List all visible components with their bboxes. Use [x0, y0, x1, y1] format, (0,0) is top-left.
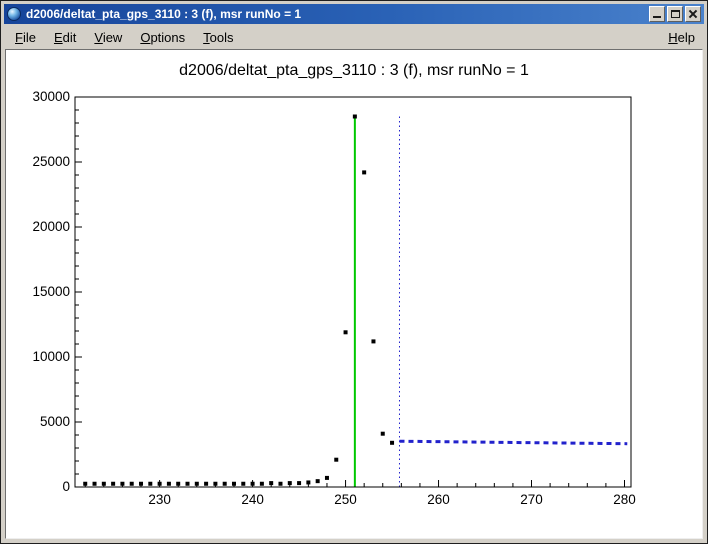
- x-tick-label: 280: [613, 492, 636, 507]
- data-point: [316, 479, 320, 483]
- data-point: [83, 482, 87, 486]
- data-point: [148, 482, 152, 486]
- data-point: [232, 482, 236, 486]
- data-point: [306, 480, 310, 484]
- y-tick-label: 30000: [32, 89, 70, 104]
- fit-curve: [399, 441, 627, 443]
- data-point: [176, 482, 180, 486]
- close-button[interactable]: [685, 6, 701, 22]
- data-point: [269, 481, 273, 485]
- menu-tools[interactable]: Tools: [194, 28, 242, 47]
- menu-view[interactable]: View: [85, 28, 131, 47]
- data-point: [93, 482, 97, 486]
- data-point: [362, 170, 366, 174]
- data-point: [297, 481, 301, 485]
- x-tick-label: 240: [241, 492, 264, 507]
- data-point: [223, 482, 227, 486]
- y-tick-label: 15000: [32, 284, 70, 299]
- data-point: [344, 330, 348, 334]
- data-point: [251, 482, 255, 486]
- data-point: [260, 482, 264, 486]
- window-controls: [649, 6, 701, 22]
- maximize-icon: [671, 10, 680, 18]
- data-point: [167, 482, 171, 486]
- y-tick-label: 20000: [32, 219, 70, 234]
- menubar: File Edit View Options Tools Help: [5, 26, 703, 48]
- minimize-button[interactable]: [649, 6, 665, 22]
- data-point: [120, 482, 124, 486]
- titlebar[interactable]: d2006/deltat_pta_gps_3110 : 3 (f), msr r…: [4, 4, 704, 24]
- data-point: [186, 482, 190, 486]
- menu-options[interactable]: Options: [131, 28, 194, 47]
- data-point: [288, 481, 292, 485]
- y-tick-label: 10000: [32, 349, 70, 364]
- menu-help[interactable]: Help: [661, 28, 702, 47]
- close-icon: [686, 7, 700, 21]
- data-point: [111, 482, 115, 486]
- maximize-button[interactable]: [667, 6, 683, 22]
- x-tick-label: 260: [427, 492, 450, 507]
- data-point: [204, 482, 208, 486]
- x-tick-label: 270: [520, 492, 543, 507]
- data-point: [278, 482, 282, 486]
- plot-frame: [75, 97, 631, 487]
- menu-edit[interactable]: Edit: [45, 28, 85, 47]
- data-points: [83, 115, 394, 486]
- histogram-chart: 230 240 250 260 270 280 0 5000 10000 15000 20000 25…: [6, 50, 702, 538]
- menu-file[interactable]: File: [6, 28, 45, 47]
- data-point: [325, 476, 329, 480]
- data-point: [334, 458, 338, 462]
- app-icon[interactable]: [7, 7, 21, 21]
- data-point: [390, 441, 394, 445]
- window-title: d2006/deltat_pta_gps_3110 : 3 (f), msr r…: [26, 7, 644, 21]
- data-point: [241, 482, 245, 486]
- data-point: [213, 482, 217, 486]
- data-point: [139, 482, 143, 486]
- y-tick-label: 25000: [32, 154, 70, 169]
- data-point: [195, 482, 199, 486]
- data-point: [102, 482, 106, 486]
- data-point: [353, 115, 357, 119]
- plot-canvas[interactable]: d2006/deltat_pta_gps_3110 : 3 (f), msr r…: [5, 49, 703, 539]
- y-tick-label: 5000: [40, 414, 70, 429]
- x-tick-label: 250: [334, 492, 357, 507]
- data-point: [381, 432, 385, 436]
- data-point: [130, 482, 134, 486]
- data-point: [371, 339, 375, 343]
- x-tick-label: 230: [148, 492, 171, 507]
- y-tick-label: 0: [62, 479, 70, 494]
- app-window: d2006/deltat_pta_gps_3110 : 3 (f), msr r…: [0, 0, 708, 544]
- data-point: [158, 482, 162, 486]
- minimize-icon: [653, 16, 661, 18]
